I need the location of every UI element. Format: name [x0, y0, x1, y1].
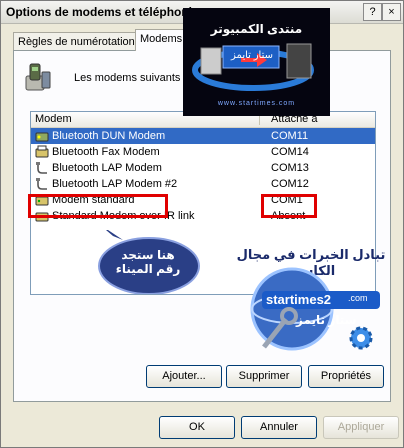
window-title: Options de modems et téléphonie: [6, 5, 199, 19]
tab-dialing-rules[interactable]: Règles de numérotation: [13, 32, 140, 51]
modem-port: COM13: [271, 162, 309, 174]
modem-name: Bluetooth Fax Modem: [52, 146, 160, 158]
apply-button[interactable]: Appliquer: [323, 416, 399, 439]
properties-button[interactable]: Propriétés: [308, 365, 384, 388]
cancel-button[interactable]: Annuler: [241, 416, 317, 439]
highlight-port: [261, 194, 317, 218]
logo-arabic-subtitle: ستار تايمز: [231, 50, 273, 61]
modem-port: COM11: [271, 130, 309, 142]
cable-modem-icon: [36, 162, 47, 174]
modem-name: Bluetooth LAP Modem #2: [52, 178, 178, 190]
forum-logo: منتدى الكمبيوتر ستار تايمز www.startimes…: [183, 8, 330, 116]
list-item[interactable]: Bluetooth LAP Modem #2 COM12: [31, 176, 375, 192]
remove-button[interactable]: Supprimer: [226, 365, 302, 388]
list-item[interactable]: Bluetooth LAP Modem COM13: [31, 160, 375, 176]
modem-phone-icon: [25, 63, 51, 91]
list-item[interactable]: Bluetooth DUN Modem COM11: [31, 128, 375, 144]
column-header-modem[interactable]: Modem: [35, 113, 72, 125]
bubble-text: هنا ستجد رقم الميناء: [115, 248, 181, 276]
modem-name: Bluetooth LAP Modem: [52, 162, 162, 174]
ok-button[interactable]: OK: [159, 416, 235, 439]
add-button[interactable]: Ajouter...: [146, 365, 222, 388]
tools-icon: [262, 307, 298, 349]
modem-port: COM12: [271, 178, 309, 190]
modem-options-window: Options de modems et téléphonie ? × Règl…: [0, 0, 404, 448]
help-button[interactable]: ?: [363, 3, 382, 21]
watermark-logo: تبادل الخبرات في مجال الكاسب startimes2 …: [236, 247, 386, 357]
highlight-modem-name: [28, 194, 168, 218]
list-item[interactable]: Bluetooth Fax Modem COM14: [31, 144, 375, 160]
modem-name: Bluetooth DUN Modem: [52, 130, 166, 142]
tab-modems[interactable]: Modems: [135, 29, 188, 51]
modem-port: COM14: [271, 146, 309, 158]
logo-arabic-title: منتدى الكمبيوتر: [210, 22, 303, 36]
watermark-com: .com: [348, 293, 368, 303]
fax-modem-icon: [35, 145, 49, 158]
close-button[interactable]: ×: [382, 3, 401, 21]
cable-modem-icon: [36, 178, 47, 190]
logo-url: www.startimes.com: [217, 100, 296, 107]
gear-icon: [349, 326, 373, 350]
bluetooth-modem-icon: [35, 132, 49, 142]
watermark-en: startimes2: [266, 292, 332, 307]
